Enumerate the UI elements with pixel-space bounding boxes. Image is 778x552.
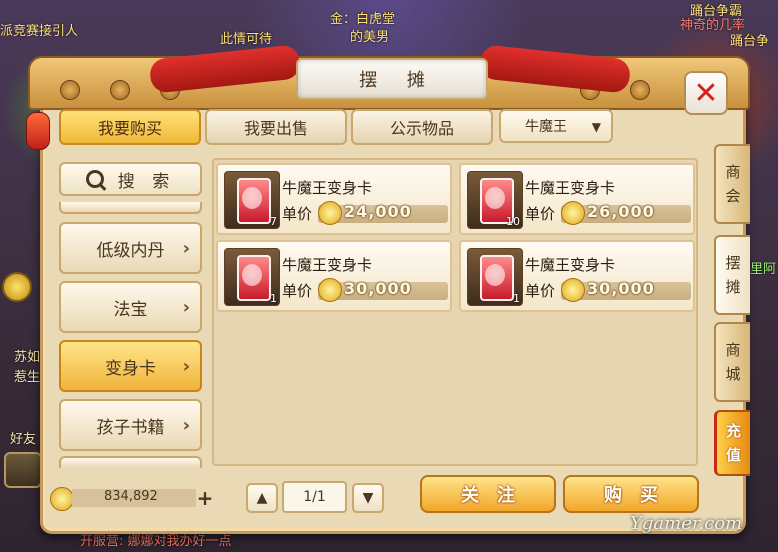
category-label: 变身卡 [105,358,156,379]
side-tab-char: 摊 [725,278,741,296]
chevron-right-icon: › [182,297,190,318]
item-name: 牛魔王变身卡 [282,179,373,197]
side-tab-char: 商 [725,341,741,359]
listing-card[interactable]: 1 牛魔王变身卡 单价 30,000 [459,240,695,312]
item-quantity: 1 [513,292,520,305]
coin-icon [50,487,74,511]
item-thumbnail: 7 [224,171,280,229]
listing-card[interactable]: 7 牛魔王变身卡 单价 24,000 [216,163,452,235]
buy-button[interactable]: 购买 [563,475,699,513]
bg-text: 好友 [10,432,37,447]
chevron-down-icon: ▼ [362,490,374,506]
side-tab-recharge[interactable]: 充 值 [714,410,750,476]
bull-face-icon [242,264,262,286]
category-kid-books[interactable]: 孩子书籍 › [59,399,202,451]
item-thumbnail: 1 [224,248,280,306]
search-icon [85,170,104,188]
bg-text: 的美男 [350,30,390,45]
chat-icon[interactable] [4,452,42,488]
bull-face-icon [242,187,262,209]
lantern-icon [26,112,50,150]
side-tab-char: 城 [725,365,741,383]
search-label: 搜 索 [117,171,176,192]
item-quantity: 7 [270,215,277,228]
window-title: 摆 摊 [296,58,488,100]
category-fabao[interactable]: 法宝 › [59,281,202,333]
close-icon: ✕ [693,75,719,111]
chevron-right-icon: › [182,238,190,259]
tab-buy[interactable]: 我要购买 [59,109,201,145]
bg-text: 踊台争 [730,34,770,49]
side-tab-char: 商 [725,163,741,181]
item-price: 30,000 [587,279,655,298]
coin-icon [561,278,585,302]
close-button[interactable]: ✕ [684,71,728,115]
bg-text: 派竞赛接引人 [0,24,79,39]
item-price: 24,000 [344,202,412,221]
listing-card[interactable]: 1 牛魔王变身卡 单价 30,000 [216,240,452,312]
chevron-down-icon: ▼ [591,120,601,134]
side-tab-char: 充 [725,422,741,440]
price-label: 单价 [282,205,313,223]
item-quantity: 1 [270,292,277,305]
item-name: 牛魔王变身卡 [525,256,616,274]
item-name: 牛魔王变身卡 [282,256,373,274]
listing-card[interactable]: 10 牛魔王变身卡 单价 26,000 [459,163,695,235]
coin-icon [318,278,342,302]
side-tab-char: 摆 [725,254,741,272]
add-money-button[interactable]: + [196,486,214,510]
side-tab-chamber[interactable]: 商 会 [714,144,750,224]
item-quantity: 10 [506,215,520,228]
bg-text: 此情可待 [220,32,273,47]
item-price: 26,000 [587,202,655,221]
category-low-neidan[interactable]: 低级内丹 › [59,222,202,274]
page-next-button[interactable]: ▼ [352,483,384,513]
watermark: Ygamer.com [630,513,743,534]
chevron-up-icon: ▲ [256,490,268,506]
window-title-text: 摆 摊 [359,70,437,91]
category-label: 孩子书籍 [96,417,165,438]
bull-face-icon [485,187,505,209]
search-button[interactable]: 搜 索 [59,162,202,196]
side-tab-char: 会 [725,187,741,205]
bg-text: 苏如 [14,350,41,365]
item-thumbnail: 1 [467,248,523,306]
side-tab-char: 值 [725,446,741,464]
filter-dropdown[interactable]: 牛魔王 ▼ [499,109,613,143]
bg-text: 惹生 [14,370,41,385]
category-transform-card[interactable]: 变身卡 › [59,340,202,392]
filter-value: 牛魔王 [525,119,567,135]
category-partial [59,456,202,468]
side-tab-mall[interactable]: 商 城 [714,322,750,402]
gold-coin-icon [2,272,32,302]
category-label: 低级内丹 [96,240,165,261]
page-prev-button[interactable]: ▲ [246,483,278,513]
category-label: 法宝 [113,299,148,320]
price-label: 单价 [525,205,556,223]
bull-face-icon [485,264,505,286]
category-partial [59,202,202,214]
tab-public[interactable]: 公示物品 [351,109,493,145]
roof-decoration [630,80,650,100]
follow-button[interactable]: 关注 [420,475,556,513]
chevron-right-icon: › [182,415,190,436]
roof-decoration [110,80,130,100]
side-tab-stall[interactable]: 摆 摊 [714,235,750,315]
roof-decoration [60,80,80,100]
page-indicator: 1/1 [282,481,347,513]
coin-icon [561,201,585,225]
money-balance: 834,892 [104,489,158,504]
item-price: 30,000 [344,279,412,298]
item-thumbnail: 10 [467,171,523,229]
item-name: 牛魔王变身卡 [525,179,616,197]
tab-sell[interactable]: 我要出售 [205,109,347,145]
price-label: 单价 [525,282,556,300]
price-label: 单价 [282,282,313,300]
bg-text: 金：白虎堂 [330,12,396,27]
chevron-right-icon: › [182,356,190,377]
bg-text: 里阿 [750,262,777,277]
coin-icon [318,201,342,225]
